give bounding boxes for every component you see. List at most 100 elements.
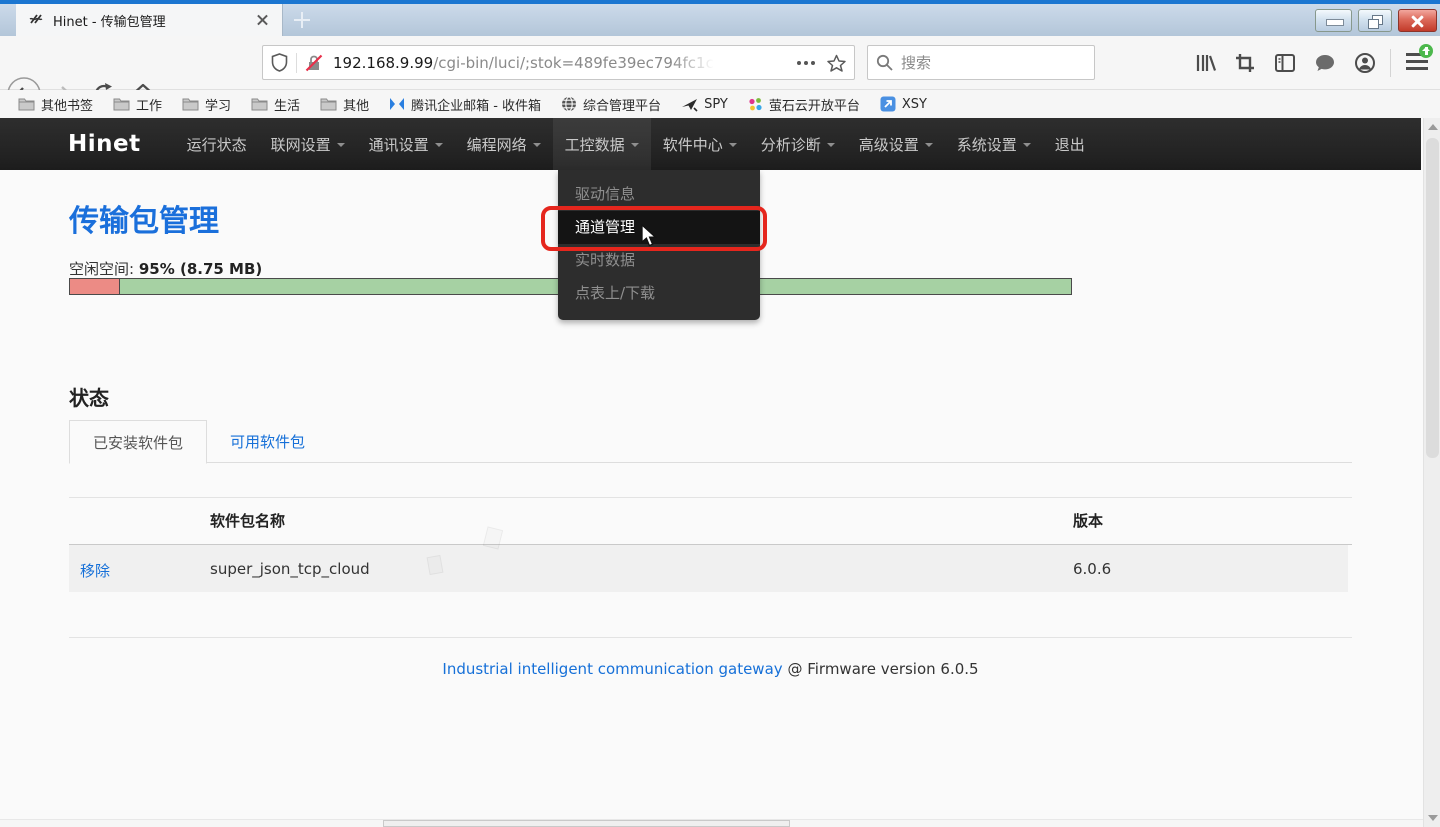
nav-item-diagnostics[interactable]: 分析诊断	[749, 118, 847, 171]
watermark	[427, 555, 444, 575]
bookmark-label: 生活	[274, 95, 300, 114]
bookmark-label: XSY	[902, 97, 927, 112]
free-space-label: 空闲空间:	[69, 260, 134, 278]
nav-item-system-settings[interactable]: 系统设置	[945, 118, 1043, 171]
free-space-value: 95% (8.75 MB)	[139, 260, 262, 278]
bookmark-label: 腾讯企业邮箱 - 收件箱	[411, 95, 541, 114]
tab-close-icon[interactable]	[252, 9, 274, 31]
nav-item-software-center[interactable]: 软件中心	[651, 118, 749, 171]
scroll-down-icon[interactable]	[1428, 815, 1438, 821]
chevron-down-icon	[337, 143, 345, 147]
mouse-cursor	[640, 224, 660, 248]
color-dots-icon	[748, 97, 763, 112]
sidebar-toggle-icon[interactable]	[1273, 51, 1297, 75]
horizontal-scrollbar-thumb[interactable]	[383, 820, 790, 827]
window-minimize-button[interactable]	[1315, 9, 1352, 32]
page-actions-icon[interactable]	[797, 61, 815, 65]
section-bottom-border	[69, 637, 1352, 638]
window-close-button[interactable]	[1398, 9, 1437, 32]
search-input[interactable]	[901, 54, 1061, 72]
bookmark-folder-other-marks[interactable]: 其他书签	[18, 95, 93, 114]
library-icon[interactable]	[1193, 51, 1217, 75]
bookmark-exmail[interactable]: 腾讯企业邮箱 - 收件箱	[389, 95, 541, 114]
url-host: 192.168.9.99	[333, 54, 433, 72]
package-version-cell: 6.0.6	[1073, 560, 1111, 578]
chevron-down-icon	[827, 143, 835, 147]
bookmark-star-icon[interactable]	[827, 54, 846, 72]
search-box[interactable]	[867, 45, 1095, 80]
tracking-shield-icon[interactable]	[271, 53, 288, 72]
progress-used	[70, 279, 120, 294]
bookmark-label: 工作	[136, 95, 162, 114]
bookmark-mgmt-platform[interactable]: 综合管理平台	[561, 95, 661, 114]
bookmark-folder-misc[interactable]: 其他	[320, 95, 369, 114]
bookmark-label: 萤石云开放平台	[769, 95, 860, 114]
package-name-cell: super_json_tcp_cloud	[210, 560, 370, 578]
folder-icon	[182, 97, 199, 111]
bookmark-folder-study[interactable]: 学习	[182, 95, 231, 114]
browser-toolbar: 192.168.9.99/cgi-bin/luci/;stok=489fe39e…	[0, 36, 1440, 90]
bookmark-folder-life[interactable]: 生活	[251, 95, 300, 114]
nav-item-running-status[interactable]: 运行状态	[175, 118, 259, 171]
nav-item-advanced-settings[interactable]: 高级设置	[847, 118, 945, 171]
account-icon[interactable]	[1353, 51, 1377, 75]
tab-installed-packages[interactable]: 已安装软件包	[69, 420, 207, 464]
window-restore-button[interactable]	[1358, 9, 1392, 32]
chevron-down-icon	[925, 143, 933, 147]
bookmark-label: SPY	[704, 97, 728, 112]
urlbar-divider	[296, 53, 297, 73]
folder-icon	[251, 97, 268, 111]
search-icon	[876, 54, 893, 71]
page-footer: Industrial intelligent communication gat…	[69, 660, 1352, 678]
tab-title: Hinet - 传输包管理	[53, 11, 252, 30]
bookmark-folder-work[interactable]: 工作	[113, 95, 162, 114]
bookmark-spy[interactable]: SPY	[681, 97, 728, 112]
screenshot-crop-icon[interactable]	[1233, 51, 1257, 75]
bookmark-label: 其他书签	[41, 95, 93, 114]
nav-item-network-settings[interactable]: 联网设置	[259, 118, 357, 171]
column-header-version: 版本	[1073, 510, 1103, 531]
dropdown-item-point-table[interactable]: 点表上/下载	[558, 277, 760, 310]
nav-item-industrial-data[interactable]: 工控数据	[553, 118, 651, 171]
insecure-lock-icon[interactable]	[305, 54, 323, 72]
horizontal-scrollbar[interactable]	[0, 819, 1423, 827]
footer-gateway-link[interactable]: Industrial intelligent communication gat…	[442, 660, 782, 678]
free-space-text: 空闲空间: 95% (8.75 MB)	[69, 258, 262, 279]
footer-firmware-text: @ Firmware version 6.0.5	[787, 660, 978, 678]
table-top-border	[69, 497, 1352, 498]
url-bar[interactable]: 192.168.9.99/cgi-bin/luci/;stok=489fe39e…	[262, 45, 855, 80]
nav-item-logout[interactable]: 退出	[1043, 118, 1097, 171]
vertical-scrollbar-thumb[interactable]	[1426, 138, 1439, 458]
toolbar-divider	[1390, 49, 1391, 77]
browser-tab-active[interactable]: Hinet - 传输包管理	[16, 4, 283, 36]
url-path: /cgi-bin/luci/;stok=489fe39ec794fc1c	[433, 54, 714, 72]
nav-item-programming-network[interactable]: 编程网络	[455, 118, 553, 171]
bookmark-xsy[interactable]: XSY	[880, 96, 927, 112]
new-tab-button[interactable]	[290, 8, 316, 32]
bookmark-ezviz[interactable]: 萤石云开放平台	[748, 95, 860, 114]
brand-logo[interactable]: Hinet	[68, 131, 141, 157]
exmail-icon	[389, 97, 405, 111]
favicon-hinet-icon	[28, 12, 44, 28]
folder-icon	[320, 97, 337, 111]
bookmark-label: 其他	[343, 95, 369, 114]
tab-bar: Hinet - 传输包管理	[0, 4, 1440, 36]
chevron-down-icon	[533, 143, 541, 147]
chevron-down-icon	[1023, 143, 1031, 147]
messages-bubble-icon[interactable]	[1313, 51, 1337, 75]
tab-available-packages[interactable]: 可用软件包	[230, 420, 305, 463]
status-heading: 状态	[69, 382, 109, 411]
nav-item-comm-settings[interactable]: 通讯设置	[357, 118, 455, 171]
globe-icon	[561, 96, 577, 112]
folder-icon	[113, 97, 130, 111]
bookmarks-bar: 其他书签 工作 学习 生活 其他 腾讯企业邮箱 - 收件箱	[0, 90, 1440, 118]
arrow-square-icon	[880, 96, 896, 112]
remove-link[interactable]: 移除	[80, 560, 110, 581]
vertical-scrollbar[interactable]	[1423, 118, 1440, 827]
bookmark-label: 学习	[205, 95, 231, 114]
update-badge-icon	[1419, 44, 1433, 58]
folder-icon	[18, 97, 35, 111]
chevron-down-icon	[729, 143, 737, 147]
scroll-up-icon[interactable]	[1428, 124, 1438, 130]
column-header-package-name: 软件包名称	[210, 510, 285, 531]
